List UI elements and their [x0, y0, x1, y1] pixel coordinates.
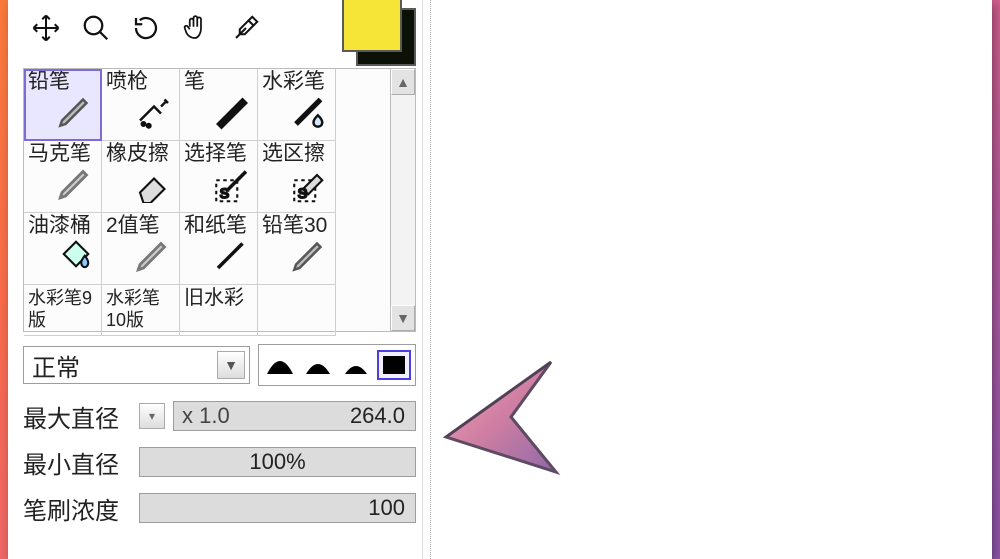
- brush-binary[interactable]: 2值笔: [102, 213, 180, 285]
- hand-icon: [181, 13, 211, 43]
- max-size-stepper[interactable]: ▾: [139, 403, 165, 429]
- bucket-icon: [55, 233, 97, 280]
- blend-mode-select[interactable]: 正常 ▼: [23, 346, 250, 384]
- brush-select-pen[interactable]: 选择笔 S: [180, 141, 258, 213]
- canvas-toolbar: [17, 0, 422, 62]
- brush-label: 水彩笔9版: [28, 288, 92, 330]
- brush-paper[interactable]: 和纸笔: [180, 213, 258, 285]
- min-size-label: 最小直径: [23, 445, 131, 480]
- pencil-icon: [289, 233, 331, 280]
- selerase-icon: S: [289, 161, 331, 208]
- brush-scrollbar[interactable]: ▲ ▼: [390, 69, 415, 331]
- brush-airbrush[interactable]: 喷枪: [102, 69, 180, 141]
- app-frame: 铅笔 喷枪 笔 水彩笔 马克笔: [8, 0, 992, 559]
- brush-grid: 铅笔 喷枪 笔 水彩笔 马克笔: [24, 69, 336, 285]
- eraser-icon: [133, 161, 175, 208]
- density-label: 笔刷浓度: [23, 491, 131, 526]
- param-min-size: 最小直径 100%: [23, 446, 416, 478]
- brush-water9[interactable]: 水彩笔9版: [24, 285, 102, 336]
- brush-pencil30[interactable]: 铅笔30: [258, 213, 336, 285]
- param-density: 笔刷浓度 100: [23, 492, 416, 524]
- max-size-slider[interactable]: x 1.0 264.0: [173, 401, 416, 431]
- param-max-size: 最大直径 ▾ x 1.0 264.0: [23, 400, 416, 432]
- selbrush-icon: S: [211, 161, 253, 208]
- tip-square[interactable]: [377, 350, 411, 380]
- scroll-track[interactable]: [391, 95, 415, 305]
- max-size-label: 最大直径: [23, 399, 131, 434]
- brush-select-eraser[interactable]: 选区擦 S: [258, 141, 336, 213]
- brush-label: 笔: [184, 70, 205, 93]
- brush-icon: [211, 89, 253, 136]
- move-icon: [31, 13, 61, 43]
- max-size-mult: x 1.0: [174, 403, 230, 429]
- brush-palette: 铅笔 喷枪 笔 水彩笔 马克笔: [23, 68, 416, 332]
- scroll-down-button[interactable]: ▼: [391, 305, 415, 331]
- brush-bucket[interactable]: 油漆桶: [24, 213, 102, 285]
- tool-panel: 铅笔 喷枪 笔 水彩笔 马克笔: [17, 0, 423, 559]
- chevron-down-icon: ▼: [217, 351, 245, 379]
- brush-label: 旧水彩: [184, 287, 244, 309]
- brush-label: 水彩笔10版: [106, 288, 160, 330]
- brush-water10[interactable]: 水彩笔10版: [102, 285, 180, 336]
- brush-eraser[interactable]: 橡皮擦: [102, 141, 180, 213]
- brush-empty[interactable]: [258, 285, 336, 336]
- marker-icon: [55, 161, 97, 208]
- rotate-icon: [131, 13, 161, 43]
- paper-icon: [211, 233, 253, 280]
- brush-watercolor[interactable]: 水彩笔: [258, 69, 336, 141]
- max-size-value: 264.0: [350, 403, 415, 429]
- zoom-icon: [81, 13, 111, 43]
- scroll-up-button[interactable]: ▲: [391, 69, 415, 95]
- eyedropper-tool[interactable]: [223, 5, 269, 51]
- svg-text:S: S: [298, 185, 307, 201]
- pencil-icon: [55, 89, 97, 136]
- primary-color[interactable]: [342, 0, 402, 52]
- density-slider[interactable]: 100: [139, 493, 416, 523]
- min-size-slider[interactable]: 100%: [139, 447, 416, 477]
- hand-tool[interactable]: [173, 5, 219, 51]
- panel-divider: [428, 0, 431, 559]
- binary-icon: [133, 233, 175, 280]
- brush-brush[interactable]: 笔: [180, 69, 258, 141]
- min-size-value: 100%: [249, 449, 305, 475]
- rotate-tool[interactable]: [123, 5, 169, 51]
- zoom-tool[interactable]: [73, 5, 119, 51]
- brush-marker[interactable]: 马克笔: [24, 141, 102, 213]
- tip-hard[interactable]: [339, 350, 373, 380]
- water-icon: [289, 89, 331, 136]
- density-value: 100: [368, 495, 415, 521]
- airbrush-icon: [133, 89, 175, 136]
- brush-oldwater[interactable]: 旧水彩: [180, 285, 258, 336]
- eyedropper-icon: [231, 13, 261, 43]
- move-tool[interactable]: [23, 5, 69, 51]
- color-swatches[interactable]: [332, 0, 416, 58]
- brush-pencil[interactable]: 铅笔: [24, 69, 102, 141]
- svg-text:S: S: [220, 185, 229, 201]
- blend-mode-value: 正常: [32, 348, 80, 383]
- blend-mode-row: 正常 ▼: [23, 344, 416, 386]
